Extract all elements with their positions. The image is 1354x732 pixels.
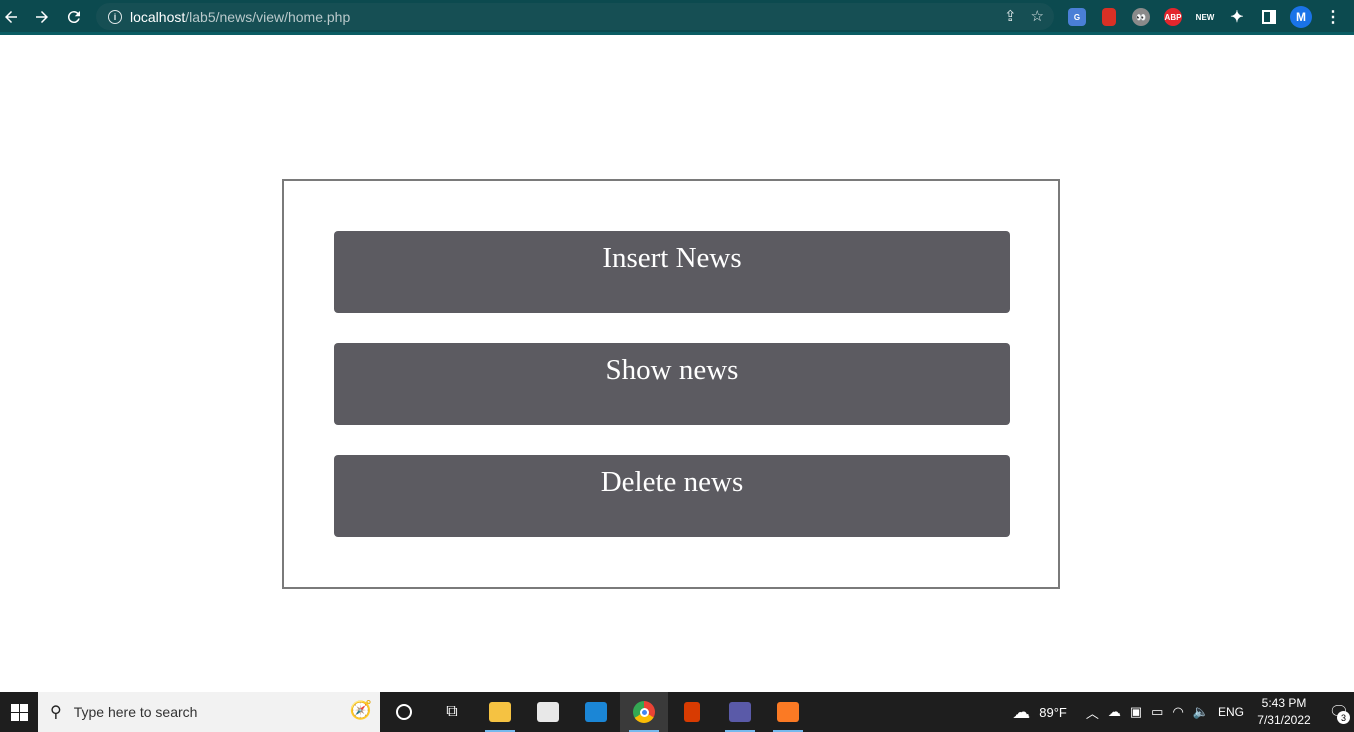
- profile-avatar[interactable]: M: [1288, 4, 1314, 30]
- google-translate-icon[interactable]: G: [1064, 4, 1090, 30]
- extensions-bar: G 👀 ABP NEW ✦ M ⋮: [1064, 4, 1346, 30]
- side-panel-icon[interactable]: [1256, 4, 1282, 30]
- search-highlight-icon: 🧭: [349, 700, 372, 720]
- notification-badge: 3: [1337, 711, 1350, 724]
- xampp-icon[interactable]: [764, 692, 812, 732]
- menu-panel: Insert News Show news Delete news: [282, 179, 1060, 589]
- red-book-icon[interactable]: [1096, 4, 1122, 30]
- weather-cloud-icon[interactable]: ☁: [1012, 702, 1030, 723]
- url-host: localhost: [130, 8, 186, 25]
- mail-icon[interactable]: [572, 692, 620, 732]
- info-icon[interactable]: i: [108, 9, 122, 24]
- search-icon: ⚲: [50, 704, 62, 721]
- windows-start-icon[interactable]: [0, 692, 38, 732]
- office-icon[interactable]: [668, 692, 716, 732]
- puzzle-extensions-icon[interactable]: ✦: [1224, 4, 1250, 30]
- volume-icon[interactable]: 🔈: [1193, 704, 1209, 720]
- eyes-extension-icon[interactable]: 👀: [1128, 4, 1154, 30]
- meet-icon[interactable]: ▣: [1130, 704, 1142, 720]
- wifi-icon[interactable]: ◠: [1172, 704, 1183, 720]
- chevron-up-icon[interactable]: ︿: [1086, 703, 1099, 722]
- share-icon[interactable]: ⇪: [1004, 7, 1017, 25]
- weather-temp[interactable]: 89°F: [1039, 705, 1067, 720]
- clock-time: 5:43 PM: [1261, 696, 1307, 710]
- chrome-icon[interactable]: [620, 692, 668, 732]
- file-explorer-icon[interactable]: [476, 692, 524, 732]
- new-extension-icon[interactable]: NEW: [1192, 4, 1218, 30]
- onedrive-icon[interactable]: ☁: [1108, 704, 1121, 720]
- browser-toolbar: i localhost/lab5/news/view/home.php ⇪ ☆ …: [0, 0, 1354, 35]
- reload-icon[interactable]: [58, 1, 90, 33]
- url-path: /lab5/news/view/home.php: [185, 8, 351, 25]
- forward-icon[interactable]: [26, 1, 58, 33]
- show-news-button[interactable]: Show news: [334, 343, 1010, 425]
- microsoft-store-icon[interactable]: [524, 692, 572, 732]
- taskbar: ⚲ Type here to search 🧭 ⧉ ☁ 89°F ︿ ☁ ▣ ▭…: [0, 692, 1354, 732]
- search-placeholder: Type here to search: [73, 704, 198, 720]
- battery-icon[interactable]: ▭: [1151, 704, 1163, 720]
- taskbar-search-input[interactable]: ⚲ Type here to search 🧭: [38, 692, 380, 732]
- task-view-icon[interactable]: ⧉: [428, 692, 476, 732]
- system-tray: ☁ 89°F ︿ ☁ ▣ ▭ ◠ 🔈 ENG 5:43 PM 7/31/2022…: [1012, 692, 1354, 732]
- delete-news-button[interactable]: Delete news: [334, 455, 1010, 537]
- insert-news-button[interactable]: Insert News: [334, 231, 1010, 313]
- clock[interactable]: 5:43 PM 7/31/2022: [1253, 695, 1315, 729]
- clock-date: 7/31/2022: [1257, 713, 1311, 727]
- bookmark-star-icon[interactable]: ☆: [1031, 7, 1044, 25]
- address-bar[interactable]: i localhost/lab5/news/view/home.php ⇪ ☆: [96, 3, 1054, 30]
- back-icon[interactable]: [0, 1, 27, 33]
- notification-icon[interactable]: 🗨 3: [1324, 692, 1354, 732]
- cortana-icon[interactable]: [380, 692, 428, 732]
- app-icon[interactable]: [716, 692, 764, 732]
- adblock-plus-icon[interactable]: ABP: [1160, 4, 1186, 30]
- language-indicator[interactable]: ENG: [1218, 705, 1244, 719]
- menu-kebab-icon[interactable]: ⋮: [1320, 4, 1346, 30]
